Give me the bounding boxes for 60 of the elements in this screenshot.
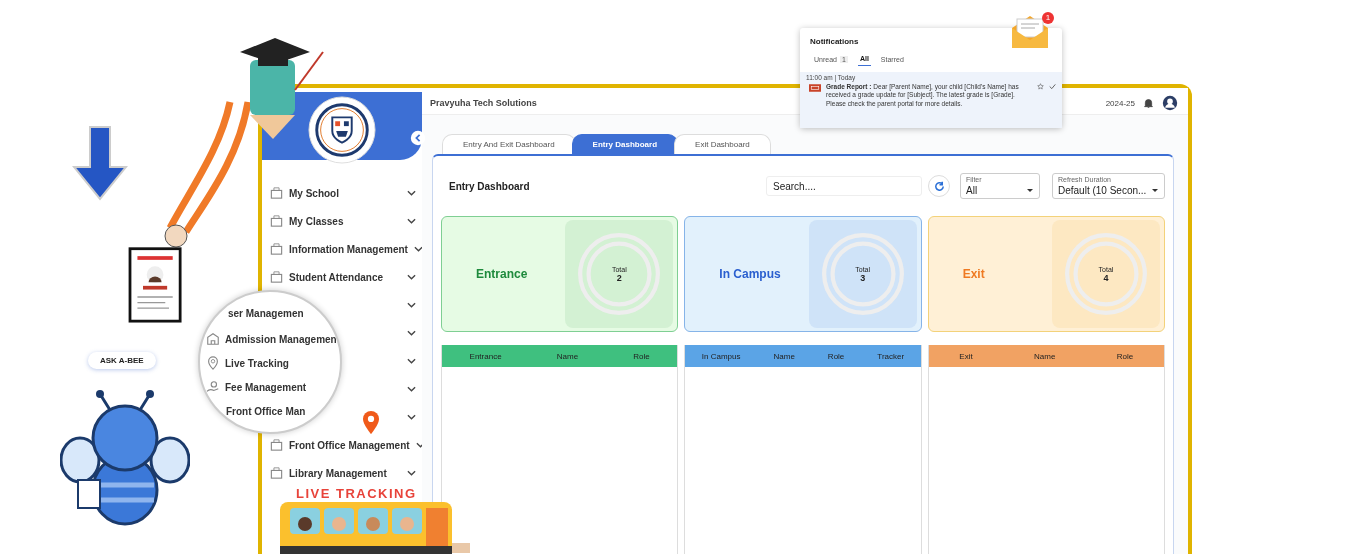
chevron-down-icon [407, 190, 416, 196]
avatar-icon[interactable] [1162, 95, 1178, 111]
report-icon [809, 84, 821, 92]
popup-title: Notifications [810, 37, 859, 46]
card-label: In Campus [718, 267, 782, 281]
sidebar-item[interactable]: Library Management [262, 464, 422, 482]
column-header: Role [1116, 351, 1134, 361]
building-icon [206, 332, 220, 346]
total-value: 2 [616, 272, 622, 283]
live-tracking-title: LIVE TRACKING [296, 486, 417, 501]
chevron-down-icon[interactable] [407, 358, 416, 364]
card-label: Exit [961, 267, 986, 281]
column-header: Tracker [877, 351, 905, 361]
search-field[interactable]: Search.... [766, 176, 922, 196]
sidebar-item[interactable]: My School [262, 184, 422, 202]
ask-a-bee-button[interactable]: ASK A-BEE [88, 352, 156, 369]
location-pin-icon [206, 356, 220, 370]
chevron-down-icon [407, 274, 416, 280]
column-header: Name [773, 351, 795, 361]
column-header: Entrance [469, 351, 502, 361]
column-header: Name [1034, 351, 1056, 361]
chevron-down-icon[interactable] [407, 330, 416, 336]
dashboard-title: Entry Dashboard [449, 180, 531, 192]
column-header: Role [633, 351, 650, 361]
column-header: Name [556, 351, 579, 361]
down-arrow-icon [72, 125, 128, 201]
dashboard-tab[interactable]: Exit Dashboard [674, 134, 771, 154]
sidebar-item[interactable]: Information Management [262, 240, 422, 258]
refresh-button[interactable] [928, 175, 950, 197]
refresh-icon [932, 179, 946, 193]
menu-item-icon [270, 439, 283, 451]
school-crest-logo [308, 96, 376, 164]
total-value: 4 [1103, 272, 1109, 283]
academic-year[interactable]: 2024-25 [1105, 98, 1135, 108]
star-icon[interactable] [1037, 83, 1044, 90]
chevron-down-icon[interactable] [407, 414, 416, 420]
notification-badge: 1 [1042, 12, 1054, 24]
total-value: 3 [860, 272, 866, 283]
bell-icon[interactable] [1143, 97, 1154, 109]
column-header: Exit [959, 351, 973, 361]
sidebar-item[interactable]: Front Office Management [262, 436, 422, 454]
chevron-down-icon [407, 218, 416, 224]
card-label: Entrance [475, 267, 529, 281]
chevron-down-icon [407, 470, 416, 476]
check-icon[interactable] [1049, 83, 1056, 90]
sidebar-item[interactable]: Student Attendance [262, 268, 422, 286]
menu-item-icon [270, 243, 283, 255]
menu-item-icon [270, 467, 283, 479]
chevron-down-icon [413, 246, 423, 252]
menu-item-icon [270, 215, 283, 227]
chevron-down-icon[interactable] [407, 302, 416, 308]
chevron-down-icon[interactable] [407, 386, 416, 392]
menu-item-icon [270, 187, 283, 199]
company-name: Pravyuha Tech Solutions [430, 98, 537, 108]
location-pin-icon [362, 410, 380, 435]
column-header: In Campus [701, 351, 741, 361]
menu-item-icon [270, 271, 283, 283]
column-header: Role [827, 351, 845, 361]
sidebar-item[interactable]: My Classes [262, 212, 422, 230]
hand-coin-icon [206, 380, 220, 394]
